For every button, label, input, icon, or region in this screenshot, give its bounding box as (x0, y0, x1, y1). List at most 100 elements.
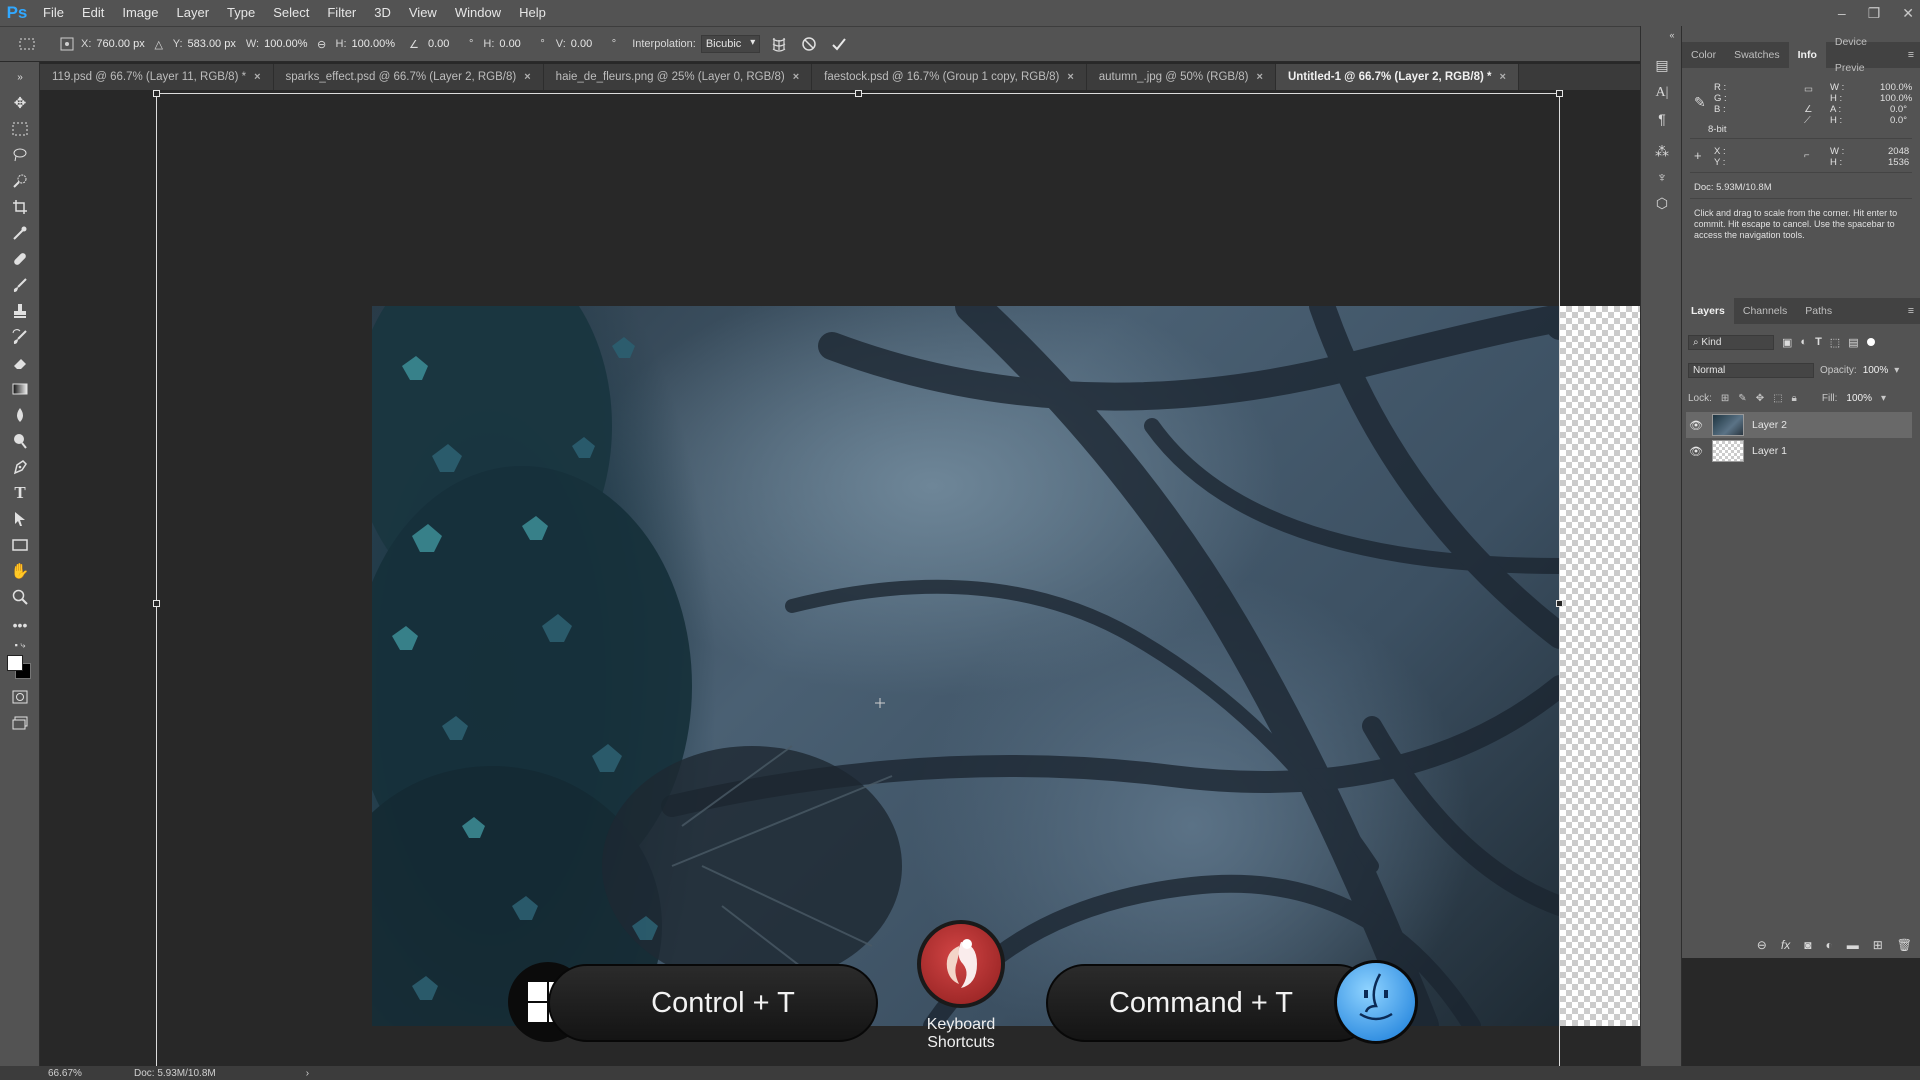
shape-filter-icon[interactable]: ⬚ (1830, 336, 1840, 349)
minimize-button[interactable]: – (1838, 5, 1846, 21)
close-tab-icon[interactable]: × (793, 64, 799, 90)
lock-artboard-icon[interactable]: ⬚ (1773, 393, 1782, 404)
lasso-tool-icon[interactable] (9, 144, 31, 166)
smart-object-filter-icon[interactable]: ▤ (1848, 336, 1858, 349)
tab-haie-de-fleurs[interactable]: haie_de_fleurs.png @ 25% (Layer 0, RGB/8… (543, 64, 813, 90)
tab-layers[interactable]: Layers (1682, 298, 1734, 324)
transform-tool-icon[interactable] (18, 35, 36, 53)
y-field[interactable]: 583.00 px (188, 38, 236, 50)
brush-tool-icon[interactable] (9, 274, 31, 296)
interpolation-select[interactable]: Bicubic (700, 35, 761, 53)
layer-name[interactable]: Layer 1 (1752, 445, 1787, 457)
transform-handle-top-left[interactable] (153, 90, 160, 97)
crop-tool-icon[interactable] (9, 196, 31, 218)
canvas-area[interactable] (40, 90, 1651, 1066)
commit-transform-icon[interactable] (830, 35, 848, 53)
blend-mode-select[interactable]: Normal (1688, 362, 1814, 378)
menu-type[interactable]: Type (218, 0, 264, 26)
tab-untitled-1[interactable]: Untitled-1 @ 66.7% (Layer 2, RGB/8) * × (1275, 64, 1519, 90)
menu-view[interactable]: View (400, 0, 446, 26)
tab-paths[interactable]: Paths (1796, 298, 1841, 324)
panel-menu-icon[interactable]: ≡ (1908, 49, 1914, 61)
layer-row-layer-1[interactable]: 👁︎ Layer 1 (1686, 438, 1912, 464)
status-arrow-icon[interactable]: › (306, 1068, 309, 1079)
close-tab-icon[interactable]: × (254, 64, 260, 90)
delta-icon[interactable]: △ (150, 35, 168, 53)
gradient-tool-icon[interactable] (9, 378, 31, 400)
rectangle-tool-icon[interactable] (9, 534, 31, 556)
tab-119-psd[interactable]: 119.psd @ 66.7% (Layer 11, RGB/8) * × (40, 64, 274, 90)
cancel-transform-icon[interactable] (800, 35, 818, 53)
transform-handle-top-right[interactable] (1556, 90, 1563, 97)
3d-panel-icon[interactable]: ⬡ (1651, 192, 1673, 214)
width-field[interactable]: 100.00% (264, 38, 307, 50)
eraser-tool-icon[interactable] (9, 352, 31, 374)
transform-box-left-edge[interactable] (156, 93, 157, 1066)
character-panel-icon[interactable]: A| (1651, 82, 1673, 104)
menu-file[interactable]: File (34, 0, 73, 26)
menu-select[interactable]: Select (264, 0, 318, 26)
more-tools-icon[interactable]: ••• (9, 614, 31, 636)
paragraph-panel-icon[interactable]: ¶ (1651, 108, 1673, 130)
layer-row-layer-2[interactable]: 👁︎ Layer 2 (1686, 412, 1912, 438)
close-tab-icon[interactable]: × (524, 64, 530, 90)
transform-handle-top-middle[interactable] (855, 90, 862, 97)
properties-icon[interactable]: ▤ (1651, 54, 1673, 76)
type-tool-icon[interactable]: T (9, 482, 31, 504)
tab-faestock[interactable]: faestock.psd @ 16.7% (Group 1 copy, RGB/… (812, 64, 1087, 90)
collapse-panels-icon[interactable]: « (1661, 28, 1683, 42)
close-tab-icon[interactable]: × (1500, 64, 1506, 90)
tab-device-preview[interactable]: Device Previe (1826, 29, 1908, 81)
tab-info[interactable]: Info (1788, 42, 1826, 68)
clone-stamp-tool-icon[interactable] (9, 300, 31, 322)
close-tab-icon[interactable]: × (1067, 64, 1073, 90)
menu-edit[interactable]: Edit (73, 0, 113, 26)
transform-handle-middle-right[interactable] (1556, 600, 1563, 607)
transform-handle-middle-left[interactable] (153, 600, 160, 607)
warp-mode-icon[interactable] (770, 35, 788, 53)
new-layer-icon[interactable]: ⊞ (1873, 938, 1883, 952)
reference-point-icon[interactable] (58, 35, 76, 53)
blur-tool-icon[interactable] (9, 404, 31, 426)
path-selection-tool-icon[interactable] (9, 508, 31, 530)
opacity-dropdown-icon[interactable]: ▾ (1894, 365, 1899, 376)
layer-2-image[interactable] (372, 306, 1560, 1026)
marquee-tool-icon[interactable] (9, 118, 31, 140)
dodge-tool-icon[interactable] (9, 430, 31, 452)
menu-image[interactable]: Image (113, 0, 167, 26)
fill-dropdown-icon[interactable]: ▾ (1881, 393, 1886, 404)
transform-box-right-edge[interactable] (1559, 93, 1560, 1066)
visibility-eye-icon[interactable]: 👁︎ (1686, 445, 1706, 458)
tab-sparks-effect[interactable]: sparks_effect.psd @ 66.7% (Layer 2, RGB/… (273, 64, 544, 90)
history-brush-tool-icon[interactable] (9, 326, 31, 348)
add-mask-icon[interactable]: ◙ (1804, 938, 1811, 952)
screen-mode-icon[interactable] (9, 712, 31, 734)
close-tab-icon[interactable]: × (1257, 64, 1263, 90)
tab-color[interactable]: Color (1682, 42, 1725, 68)
fx-icon[interactable]: fx (1781, 938, 1790, 952)
tab-autumn[interactable]: autumn_.jpg @ 50% (RGB/8) × (1086, 64, 1276, 90)
opacity-field[interactable]: 100% (1863, 365, 1889, 376)
h-skew-field[interactable]: 0.00 (499, 38, 535, 50)
hand-tool-icon[interactable]: ✋ (9, 560, 31, 582)
layer-filter-kind-select[interactable]: ⌕ Kind (1688, 334, 1774, 350)
menu-window[interactable]: Window (446, 0, 510, 26)
menu-3d[interactable]: 3D (365, 0, 400, 26)
angle-field[interactable]: 0.00 (428, 38, 464, 50)
lock-image-icon[interactable]: ✎ (1738, 393, 1746, 404)
link-layers-icon[interactable]: ⊖ (1757, 938, 1767, 952)
menu-filter[interactable]: Filter (318, 0, 365, 26)
type-filter-icon[interactable]: T (1815, 336, 1822, 348)
menu-layer[interactable]: Layer (168, 0, 219, 26)
visibility-eye-icon[interactable]: 👁︎ (1686, 419, 1706, 432)
fill-field[interactable]: 100% (1846, 393, 1872, 404)
menu-help[interactable]: Help (510, 0, 555, 26)
move-tool-icon[interactable]: ✥ (9, 92, 31, 114)
restore-button[interactable]: ❐ (1868, 5, 1881, 22)
adjustment-filter-icon[interactable]: ◐ (1800, 336, 1807, 348)
healing-brush-tool-icon[interactable] (9, 248, 31, 270)
swap-colors-icon[interactable]: ▪ ⤷ (9, 638, 31, 652)
quick-mask-icon[interactable] (9, 686, 31, 708)
close-window-button[interactable]: ✕ (1902, 5, 1914, 22)
new-adjustment-layer-icon[interactable]: ◐ (1825, 938, 1832, 952)
